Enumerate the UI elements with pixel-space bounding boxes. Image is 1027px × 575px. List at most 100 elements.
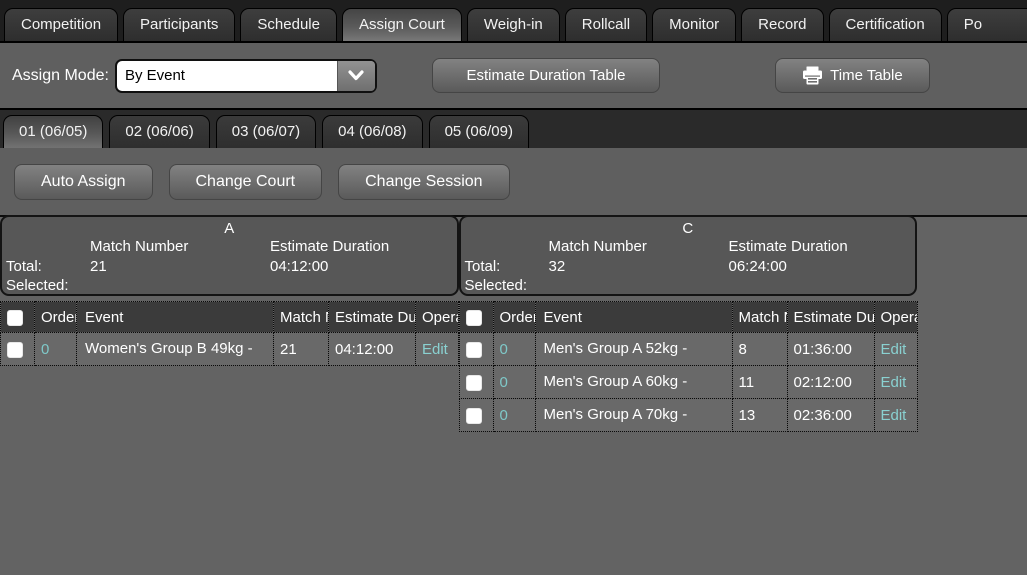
estimate-duration-table-button[interactable]: Estimate Duration Table	[432, 58, 660, 93]
total-estimate-duration: 04:12:00	[270, 258, 328, 275]
column-header-estimate: Estimate Duration	[329, 302, 416, 333]
main-tab-label: Participants	[140, 16, 218, 33]
column-header-event: Event	[535, 302, 732, 333]
event-cell: Women's Group B 49kg -	[77, 333, 274, 366]
main-tab-label: Record	[758, 16, 806, 33]
row-checkbox[interactable]	[466, 342, 482, 358]
total-match-number: 21	[90, 258, 107, 275]
table-row: 0 Women's Group B 49kg - 21 04:12:00 Edi…	[1, 333, 459, 366]
match-number-cell: 8	[732, 333, 787, 366]
total-estimate-duration: 06:24:00	[729, 258, 787, 275]
session-date-tab[interactable]: 01 (06/05)	[3, 115, 103, 148]
event-cell: Men's Group A 60kg -	[535, 366, 732, 399]
session-date-tab-label: 05 (06/09)	[445, 123, 513, 140]
main-tab-label: Certification	[846, 16, 925, 33]
session-date-tab[interactable]: 04 (06/08)	[322, 115, 422, 148]
column-header-event: Event	[77, 302, 274, 333]
session-date-tab-bar: 01 (06/05) 02 (06/06) 03 (06/07) 04 (06/…	[0, 108, 1027, 148]
column-header-match: Match Number	[732, 302, 787, 333]
session-date-tab-label: 02 (06/06)	[125, 123, 193, 140]
column-header-match: Match Number	[274, 302, 329, 333]
edit-link[interactable]: Edit	[881, 407, 907, 424]
main-tab[interactable]: Rollcall	[565, 8, 647, 41]
row-checkbox[interactable]	[7, 342, 23, 358]
action-button-label: Change Court	[196, 173, 296, 191]
edit-link[interactable]: Edit	[422, 341, 448, 358]
session-date-tab[interactable]: 05 (06/09)	[429, 115, 529, 148]
total-label: Total:	[465, 258, 501, 275]
column-header-operation: Operation	[416, 302, 459, 333]
table-row: 0 Men's Group A 70kg - 13 02:36:00 Edit	[459, 399, 917, 432]
main-tab-label: Competition	[21, 16, 101, 33]
order-cell: 0	[493, 399, 535, 432]
estimate-duration-cell: 02:36:00	[787, 399, 874, 432]
action-button-label: Change Session	[365, 173, 482, 191]
session-date-tab-label: 04 (06/08)	[338, 123, 406, 140]
order-cell: 0	[493, 366, 535, 399]
main-tab[interactable]: Record	[741, 8, 823, 41]
edit-link[interactable]: Edit	[881, 341, 907, 358]
column-header-operation: Operation	[874, 302, 917, 333]
column-header-order: Order	[35, 302, 77, 333]
assign-mode-select[interactable]: By Event	[115, 59, 377, 93]
court-events-table: Order Event Match Number Estimate Durati…	[0, 301, 459, 366]
action-button[interactable]: Auto Assign	[14, 164, 153, 200]
match-number-cell: 21	[274, 333, 329, 366]
event-cell: Men's Group A 52kg -	[535, 333, 732, 366]
main-tab[interactable]: Participants	[123, 8, 235, 41]
main-tab-label: Schedule	[257, 16, 320, 33]
row-checkbox[interactable]	[466, 408, 482, 424]
session-date-tab[interactable]: 02 (06/06)	[109, 115, 209, 148]
action-button-label: Auto Assign	[41, 173, 126, 191]
selected-label: Selected:	[6, 277, 69, 294]
table-row: 0 Men's Group A 60kg - 11 02:12:00 Edit	[459, 366, 917, 399]
main-tab[interactable]: Competition	[4, 8, 118, 41]
action-button[interactable]: Change Court	[169, 164, 323, 200]
estimate-duration-cell: 04:12:00	[329, 333, 416, 366]
match-number-cell: 11	[732, 366, 787, 399]
assign-mode-label: Assign Mode:	[12, 67, 109, 85]
edit-link[interactable]: Edit	[881, 374, 907, 391]
total-match-number: 32	[549, 258, 566, 275]
main-tab[interactable]: Schedule	[240, 8, 337, 41]
estimate-duration-cell: 01:36:00	[787, 333, 874, 366]
action-button[interactable]: Change Session	[338, 164, 509, 200]
time-table-label: Time Table	[830, 67, 903, 84]
main-tab-bar: Competition Participants Schedule Assign…	[0, 0, 1027, 43]
session-date-tab-label: 03 (06/07)	[232, 123, 300, 140]
match-number-label: Match Number	[549, 238, 647, 255]
order-cell: 0	[493, 333, 535, 366]
courts-container: A Match Number Estimate Duration Total: …	[0, 215, 1027, 575]
session-date-tab[interactable]: 03 (06/07)	[216, 115, 316, 148]
main-tab[interactable]: Assign Court	[342, 8, 462, 41]
court-panel: A Match Number Estimate Duration Total: …	[0, 217, 459, 366]
session-date-tab-label: 01 (06/05)	[19, 123, 87, 140]
main-tab[interactable]: Monitor	[652, 8, 736, 41]
time-table-button[interactable]: Time Table	[775, 58, 930, 93]
main-tab-label: Po	[964, 16, 982, 33]
court-events-table: Order Event Match Number Estimate Durati…	[459, 301, 918, 432]
main-tab[interactable]: Certification	[829, 8, 942, 41]
main-tab[interactable]: Weigh-in	[467, 8, 560, 41]
court-summary-box: A Match Number Estimate Duration Total: …	[0, 215, 459, 296]
printer-icon	[802, 66, 823, 85]
court-name: A	[2, 220, 457, 237]
select-all-checkbox[interactable]	[7, 310, 23, 326]
total-label: Total:	[6, 258, 42, 275]
chevron-down-icon[interactable]	[337, 61, 375, 91]
table-row: 0 Men's Group A 52kg - 8 01:36:00 Edit	[459, 333, 917, 366]
match-number-label: Match Number	[90, 238, 188, 255]
column-header-estimate: Estimate Duration	[787, 302, 874, 333]
table-header-row: Order Event Match Number Estimate Durati…	[1, 302, 459, 333]
main-tab-label: Weigh-in	[484, 16, 543, 33]
court-actions-row: Auto Assign Change Court Change Session	[0, 148, 1027, 215]
estimate-duration-cell: 02:12:00	[787, 366, 874, 399]
assign-mode-toolbar: Assign Mode: By Event Estimate Duration …	[0, 43, 1027, 108]
main-tab-label: Assign Court	[359, 16, 445, 33]
main-tab-label: Rollcall	[582, 16, 630, 33]
main-tab[interactable]: Po	[947, 8, 1027, 41]
table-header-row: Order Event Match Number Estimate Durati…	[459, 302, 917, 333]
estimate-duration-table-label: Estimate Duration Table	[466, 67, 625, 84]
select-all-checkbox[interactable]	[466, 310, 482, 326]
row-checkbox[interactable]	[466, 375, 482, 391]
